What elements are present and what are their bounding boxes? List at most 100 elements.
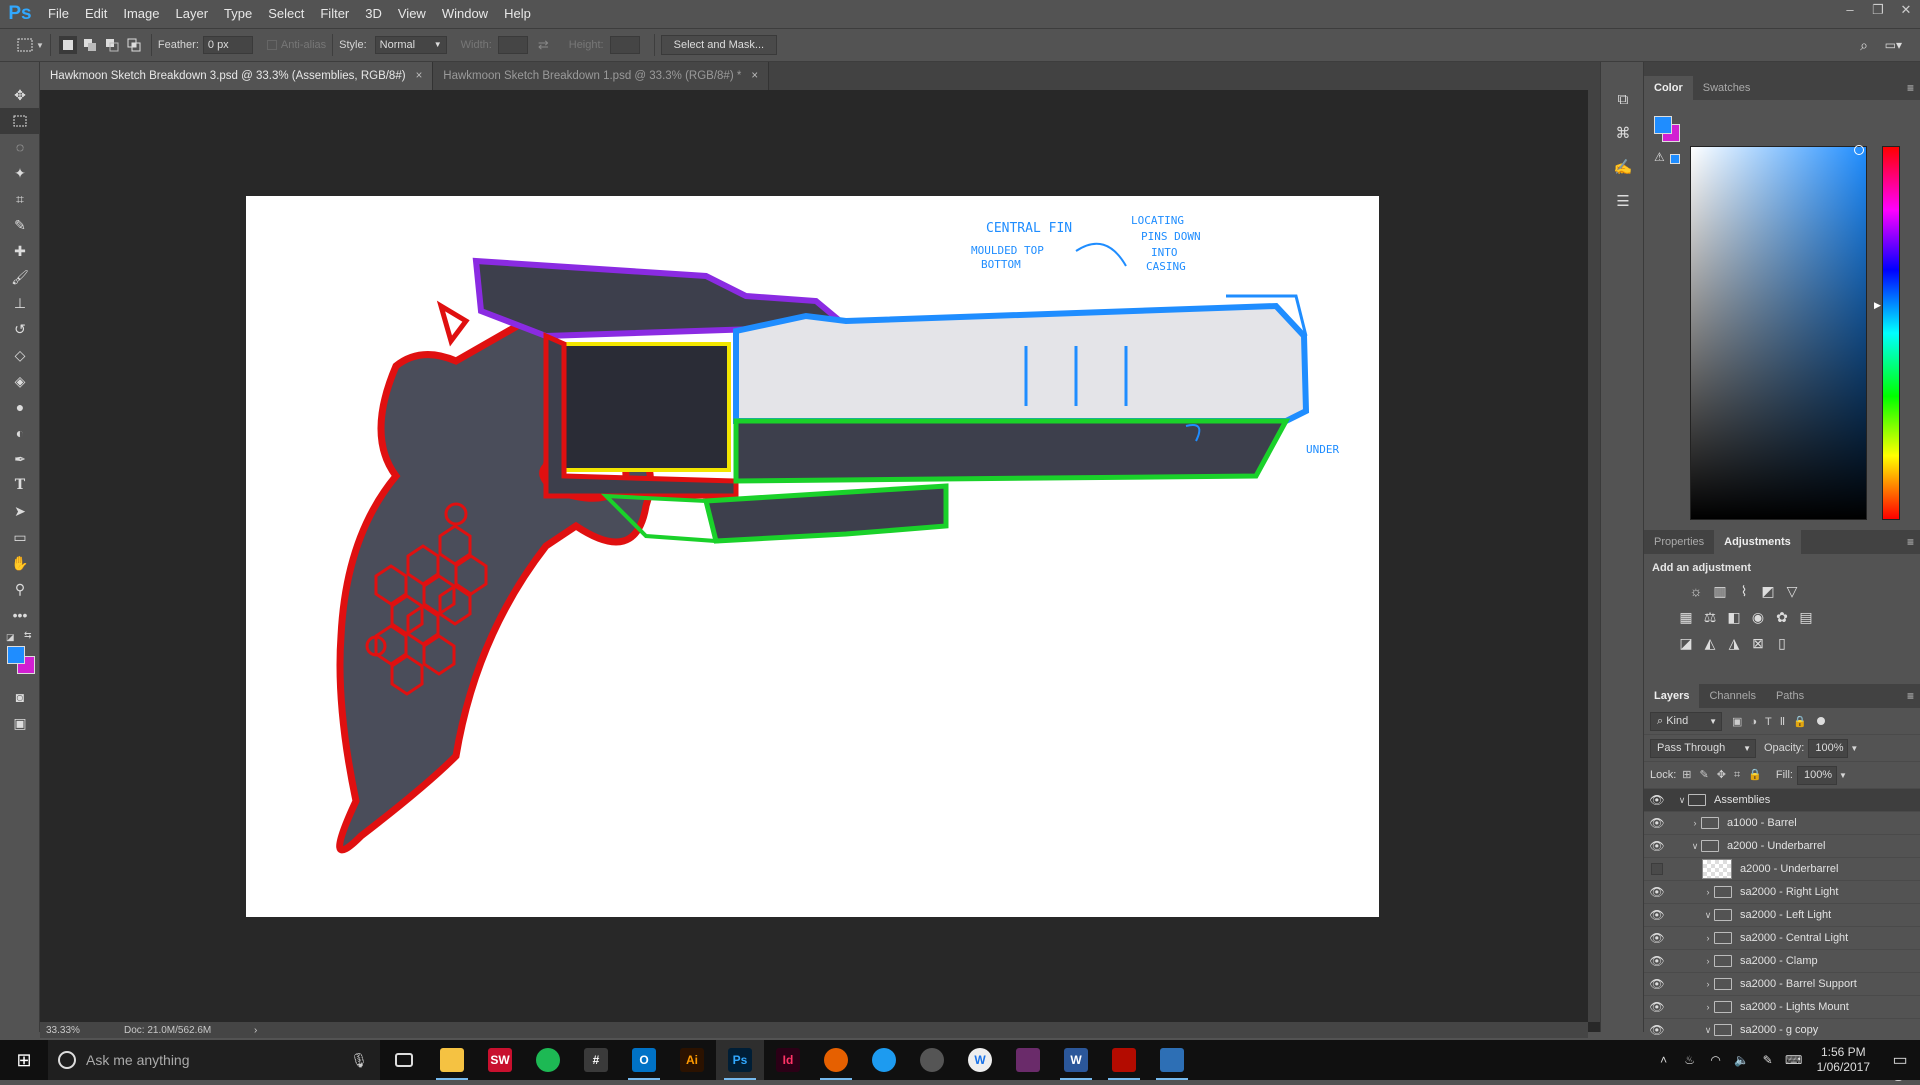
- expand-down-icon[interactable]: ∨: [1702, 1025, 1714, 1036]
- kind-filter-select[interactable]: ⌕ Kind ▼: [1650, 711, 1722, 731]
- taskbar-firefox[interactable]: [812, 1040, 860, 1080]
- menu-filter[interactable]: Filter: [312, 0, 357, 28]
- eye-icon[interactable]: 👁: [1644, 931, 1670, 945]
- magic-wand-icon[interactable]: ✦: [0, 160, 40, 186]
- subtract-selection-icon[interactable]: [103, 36, 121, 54]
- selective-color-icon[interactable]: ⊠: [1746, 632, 1770, 654]
- style-select[interactable]: Normal ▼: [374, 36, 447, 54]
- threshold-icon[interactable]: ◮: [1722, 632, 1746, 654]
- expand-right-icon[interactable]: ›: [1702, 887, 1714, 897]
- canvas[interactable]: CENTRAL FIN MOULDED TOP BOTTOM LOCATING …: [246, 196, 1379, 917]
- dodge-tool-icon[interactable]: ◐: [0, 420, 40, 446]
- volume-icon[interactable]: 🔈: [1729, 1053, 1755, 1067]
- clone-stamp-icon[interactable]: ⊥: [0, 290, 40, 316]
- eye-icon[interactable]: 👁: [1644, 1000, 1670, 1014]
- invert-icon[interactable]: ◪: [1674, 632, 1698, 654]
- opacity-input[interactable]: 100%: [1808, 738, 1849, 758]
- type-tool-icon[interactable]: T: [0, 472, 40, 498]
- chevron-down-icon[interactable]: ▼: [1839, 771, 1847, 780]
- eye-icon[interactable]: 👁: [1644, 839, 1670, 853]
- taskbar-app-helmet[interactable]: [908, 1040, 956, 1080]
- filter-toggle-icon[interactable]: [1816, 717, 1825, 725]
- tab-channels[interactable]: Channels: [1699, 684, 1765, 708]
- tab-color[interactable]: Color: [1644, 76, 1693, 100]
- brightness-icon[interactable]: ☼: [1684, 580, 1708, 602]
- menu-file[interactable]: File: [40, 0, 77, 28]
- workspace-icon[interactable]: ▭▾: [1885, 38, 1902, 52]
- microphone-icon[interactable]: 🎙: [350, 1052, 368, 1069]
- brush-presets-icon[interactable]: ⌘: [1601, 116, 1645, 150]
- color-balance-icon[interactable]: ⚖: [1698, 606, 1722, 628]
- tray-app-icon[interactable]: ♨: [1677, 1053, 1703, 1067]
- menu-3d[interactable]: 3D: [357, 0, 390, 28]
- lasso-tool-icon[interactable]: ◌: [0, 134, 40, 160]
- menu-select[interactable]: Select: [260, 0, 312, 28]
- quick-mask-icon[interactable]: ◙: [0, 684, 40, 710]
- layer-row[interactable]: 👁 › sa2000 - Right Light: [1644, 881, 1920, 904]
- taskbar-outlook[interactable]: O: [620, 1040, 668, 1080]
- gradient-map-icon[interactable]: ▯: [1770, 632, 1794, 654]
- tab-swatches[interactable]: Swatches: [1693, 76, 1761, 100]
- layer-row[interactable]: 👁 › sa2000 - Central Light: [1644, 927, 1920, 950]
- layer-row[interactable]: 👁 ∨ sa2000 - g copy: [1644, 1019, 1920, 1042]
- taskbar-app-game[interactable]: [1004, 1040, 1052, 1080]
- crop-tool-icon[interactable]: ⌗: [0, 186, 40, 212]
- lock-icons[interactable]: ⊞✎✥⌗🔒: [1682, 768, 1770, 782]
- hue-marker-icon[interactable]: ▶: [1874, 300, 1881, 311]
- taskbar-sw2017[interactable]: SW: [476, 1040, 524, 1080]
- blur-tool-icon[interactable]: ●: [0, 394, 40, 420]
- layer-row[interactable]: 👁 › sa2000 - Barrel Support: [1644, 973, 1920, 996]
- menu-type[interactable]: Type: [216, 0, 260, 28]
- minimize-button[interactable]: –: [1836, 0, 1864, 20]
- height-input[interactable]: [609, 36, 640, 54]
- search-icon[interactable]: ⌕: [1860, 37, 1868, 54]
- menu-window[interactable]: Window: [434, 0, 496, 28]
- layer-row[interactable]: 👁 ∨ Assemblies: [1644, 789, 1920, 812]
- taskbar-app-blue[interactable]: [1148, 1040, 1196, 1080]
- color-lookup-icon[interactable]: ▤: [1794, 606, 1818, 628]
- brush-tool-icon[interactable]: 🖌: [0, 264, 40, 290]
- taskbar-slack[interactable]: #: [572, 1040, 620, 1080]
- blend-mode-select[interactable]: Pass Through ▼: [1650, 738, 1756, 758]
- healing-brush-icon[interactable]: ✚: [0, 238, 40, 264]
- eye-icon[interactable]: 👁: [1644, 908, 1670, 922]
- eye-icon[interactable]: 👁: [1644, 885, 1670, 899]
- expand-down-icon[interactable]: ∨: [1702, 910, 1714, 921]
- curves-icon[interactable]: ⌇: [1732, 580, 1756, 602]
- taskbar-word[interactable]: W: [1052, 1040, 1100, 1080]
- antialias-checkbox[interactable]: [266, 40, 277, 50]
- restore-button[interactable]: ❐: [1864, 0, 1892, 20]
- layer-row[interactable]: 👁 › sa2000 - Lights Mount: [1644, 996, 1920, 1019]
- tab-properties[interactable]: Properties: [1644, 530, 1714, 554]
- width-input[interactable]: [497, 36, 528, 54]
- color-field[interactable]: [1690, 145, 1867, 520]
- select-and-mask-button[interactable]: Select and Mask...: [660, 35, 778, 55]
- taskbar-spotify[interactable]: [524, 1040, 572, 1080]
- canvas-scrollbar[interactable]: [1588, 90, 1600, 1022]
- menu-layer[interactable]: Layer: [168, 0, 217, 28]
- tab-paths[interactable]: Paths: [1766, 684, 1814, 708]
- panel-menu-icon[interactable]: ≡: [1907, 76, 1914, 100]
- swap-colors-icon[interactable]: ⇆: [24, 630, 32, 641]
- eye-icon[interactable]: 👁: [1644, 977, 1670, 991]
- windows-start-icon[interactable]: ⊞: [0, 1050, 48, 1071]
- panel-menu-icon[interactable]: ≡: [1907, 530, 1914, 554]
- close-tab-icon[interactable]: ×: [416, 70, 423, 82]
- taskbar-acrobat[interactable]: [1100, 1040, 1148, 1080]
- chevron-down-icon[interactable]: ▼: [36, 41, 44, 50]
- layer-row[interactable]: a2000 - Underbarrel: [1644, 858, 1920, 881]
- hue-slider[interactable]: [1882, 146, 1900, 520]
- menu-view[interactable]: View: [390, 0, 434, 28]
- keyboard-icon[interactable]: ⌨: [1781, 1053, 1807, 1067]
- eyedropper-icon[interactable]: ✎: [0, 212, 40, 238]
- menu-image[interactable]: Image: [115, 0, 167, 28]
- expand-right-icon[interactable]: ›: [1702, 1002, 1714, 1012]
- eye-icon[interactable]: 👁: [1644, 1023, 1670, 1037]
- color-foreground-swatch[interactable]: [1654, 116, 1672, 134]
- photo-filter-icon[interactable]: ◉: [1746, 606, 1770, 628]
- taskbar-illustrator[interactable]: Ai: [668, 1040, 716, 1080]
- move-tool-icon[interactable]: ✥: [0, 82, 40, 108]
- tray-chevron-icon[interactable]: ˄: [1651, 1053, 1677, 1067]
- add-selection-icon[interactable]: [81, 36, 99, 54]
- close-button[interactable]: ✕: [1892, 0, 1920, 20]
